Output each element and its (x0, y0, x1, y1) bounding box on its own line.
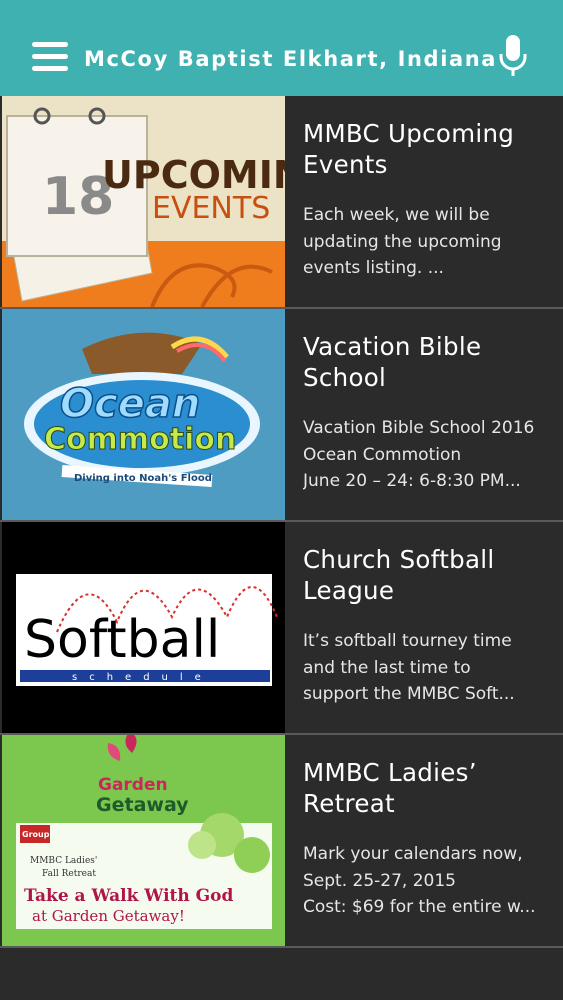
image-tagline: Diving into Noah's Flood (74, 473, 212, 484)
item-title: MMBC Upcoming Events (303, 119, 515, 179)
item-text: MMBC Ladies’ Retreat Mark your calendars… (303, 757, 557, 921)
item-text: MMBC Upcoming Events Each week, we will … (303, 118, 557, 282)
main-line-2: at Garden Getaway! (32, 907, 185, 925)
small-line-2: Fall Retreat (42, 869, 96, 879)
desc-line: Mark your calendars now, (303, 844, 523, 864)
desc-line: updating the upcoming (303, 231, 502, 252)
item-title: Church Softball League (303, 545, 495, 605)
image-word: Softball (24, 610, 220, 670)
item-description: Mark your calendars now, Sept. 25-27, 20… (303, 841, 557, 921)
microphone-icon[interactable] (498, 34, 528, 78)
upcoming-events-image: 18 UPCOMING EVENTS (2, 96, 285, 307)
list-item[interactable]: Ocean Commotion Diving into Noah's Flood… (0, 309, 563, 522)
item-description: It’s softball tourney time and the last … (303, 628, 557, 708)
feed-list: 18 UPCOMING EVENTS MMBC Upcoming Events … (0, 96, 563, 948)
item-description: Vacation Bible School 2016 Ocean Commoti… (303, 415, 557, 495)
app-bar: McCoy Baptist Elkhart, Indiana (0, 0, 563, 96)
list-item[interactable]: 18 UPCOMING EVENTS MMBC Upcoming Events … (0, 96, 563, 309)
image-line-1: Ocean (60, 381, 200, 427)
hamburger-menu-icon[interactable] (32, 42, 68, 72)
group-badge: Group (22, 830, 50, 839)
desc-line: and the last time to (303, 657, 471, 678)
desc-line: It’s softball tourney time (303, 631, 512, 651)
image-line-2: EVENTS (152, 191, 270, 226)
item-title: Vacation Bible School (303, 332, 482, 392)
image-subtitle: schedule (72, 672, 213, 683)
item-title: MMBC Ladies’ Retreat (303, 758, 477, 818)
item-description: Each week, we will be updating the upcom… (303, 202, 557, 282)
desc-line: Cost: $69 for the entire w... (303, 897, 536, 917)
item-text: Vacation Bible School Vacation Bible Sch… (303, 331, 557, 495)
desc-line: Vacation Bible School 2016 (303, 418, 535, 438)
softball-schedule-image: Softball schedule (2, 522, 285, 733)
app-title: McCoy Baptist Elkhart, Indiana (84, 47, 498, 71)
desc-line: events listing. ... (303, 258, 444, 278)
main-line-1: Take a Walk With God (24, 886, 234, 906)
small-line-1: MMBC Ladies' (30, 856, 97, 866)
desc-line: June 20 – 24: 6-8:30 PM... (303, 471, 521, 491)
desc-line: support the MMBC Soft... (303, 684, 515, 704)
desc-line: Sept. 25-27, 2015 (303, 870, 456, 891)
ocean-commotion-image: Ocean Commotion Diving into Noah's Flood (2, 309, 285, 520)
garden-getaway-image: Garden Getaway Group MMBC Ladies' Fall R… (2, 735, 285, 946)
list-item[interactable]: Softball schedule Church Softball League… (0, 522, 563, 735)
desc-line: Each week, we will be (303, 205, 490, 225)
item-text: Church Softball League It’s softball tou… (303, 544, 557, 708)
image-line-2: Commotion (44, 422, 236, 457)
brand-line-1: Garden (98, 775, 168, 795)
brand-line-2: Getaway (96, 794, 189, 816)
desc-line: Ocean Commotion (303, 444, 462, 465)
list-item[interactable]: Garden Getaway Group MMBC Ladies' Fall R… (0, 735, 563, 948)
